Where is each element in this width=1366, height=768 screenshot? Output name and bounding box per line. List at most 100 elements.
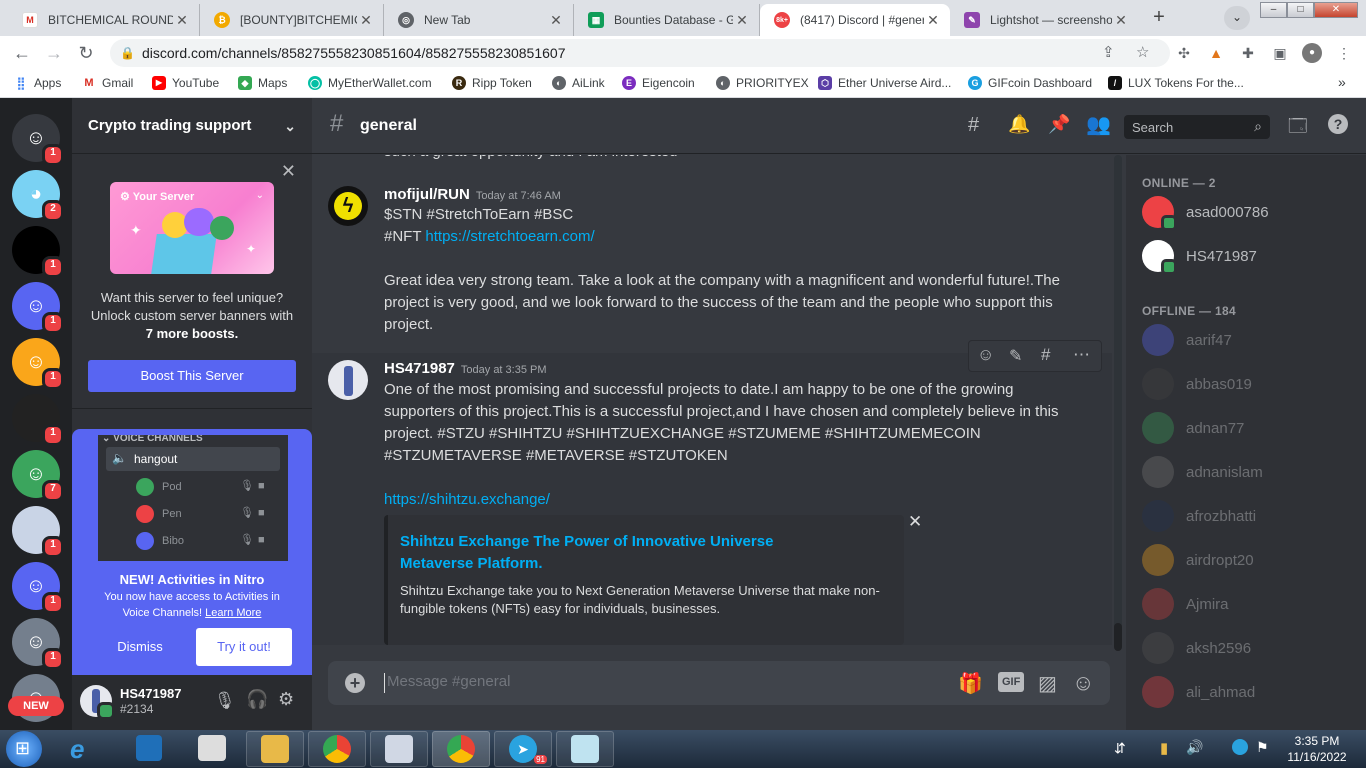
discord-server-icon[interactable]: ☺ 1 [12, 562, 64, 614]
explorer-taskbar-item[interactable] [246, 731, 304, 767]
menu-kebab-icon[interactable]: ⋮ [1334, 43, 1354, 63]
member-item[interactable]: Ajmira [1142, 583, 1352, 625]
headphones-icon[interactable]: 🎧 [246, 689, 268, 710]
emoji-icon[interactable]: ☺ [1072, 670, 1094, 696]
mute-microphone-icon[interactable]: 🎙 [214, 691, 236, 711]
bookmark-myetherwallet[interactable]: ◯ MyEtherWallet.com [308, 76, 432, 90]
new-tab-button[interactable]: + [1146, 6, 1172, 30]
image-server-icon[interactable]: 1 [12, 506, 64, 558]
tab-search-button[interactable]: ⌄ [1224, 6, 1250, 30]
signal-bars-icon[interactable]: ▮ [1160, 739, 1168, 757]
try-it-out-button[interactable]: Try it out! [196, 628, 292, 666]
back-button[interactable]: ← [10, 41, 34, 65]
network-icon[interactable]: ⇵ [1114, 740, 1126, 757]
message-input[interactable]: Message #general [384, 673, 944, 693]
voice-user[interactable]: Pod 🎙 ■ [136, 477, 286, 497]
member-item[interactable]: adnan77 [1142, 407, 1352, 449]
member-item[interactable]: afrozbhatti [1142, 495, 1352, 537]
search-input[interactable]: Search ⌕ [1124, 115, 1270, 139]
browser-tab[interactable]: M BITCHEMICAL ROUND ✕ [8, 4, 200, 36]
member-item[interactable]: abbas019 [1142, 363, 1352, 405]
bookmark-apps[interactable]: ⣿ Apps [14, 76, 62, 90]
puzzle-icon[interactable]: ✚ [1238, 43, 1258, 63]
telegram-taskbar-item[interactable]: ➤ 91 [494, 731, 552, 767]
embed-title[interactable]: Shihtzu Exchange The Power of Innovative… [400, 531, 820, 575]
boost-server-button[interactable]: Boost This Server [88, 360, 296, 392]
reload-button[interactable]: ↻ [74, 41, 98, 65]
bookmark-priorityex[interactable]: ◐ PRIORITYEX [716, 76, 809, 90]
side-panel-icon[interactable]: ▣ [1270, 43, 1290, 63]
member-list-icon[interactable]: 👥 [1086, 112, 1111, 137]
gift-icon[interactable]: 🎁 [958, 671, 983, 696]
browser-tab[interactable]: ▦ Bounties Database - Go ✕ [574, 4, 760, 36]
discord-home-icon[interactable]: ☺ 1 [12, 114, 64, 166]
forward-button[interactable]: → [42, 41, 66, 65]
bookmark-gmail[interactable]: M Gmail [82, 76, 133, 90]
member-item[interactable]: asad000786 [1142, 191, 1352, 233]
browser-tab-active[interactable]: 8k+ (8417) Discord | #gener ✕ [760, 4, 950, 36]
avatar[interactable] [80, 685, 115, 720]
lightshot-taskbar-item[interactable] [556, 731, 614, 767]
chrome-taskbar-item[interactable] [308, 731, 366, 767]
gear-icon[interactable]: ⚙ [278, 689, 294, 710]
bookmark-star-icon[interactable]: ☆ [1136, 39, 1149, 67]
message-link[interactable]: https://shihtzu.exchange/ [384, 489, 1060, 511]
bookmark-eigencoin[interactable]: E Eigencoin [622, 76, 695, 90]
telegram-tray-icon[interactable] [1232, 739, 1248, 755]
calculator-app-icon[interactable] [198, 735, 226, 761]
clock[interactable]: 3:35 PM 11/16/2022 [1282, 733, 1352, 765]
bookmark-gifcoin[interactable]: G GIFcoin Dashboard [968, 76, 1092, 90]
member-item[interactable]: aksh2596 [1142, 627, 1352, 669]
member-item[interactable]: adnanislam [1142, 451, 1352, 493]
scrollbar-thumb[interactable] [1114, 623, 1122, 651]
pin-icon[interactable]: 📌 [1048, 114, 1070, 135]
scrollbar-track[interactable] [1114, 155, 1122, 651]
voice-user[interactable]: Pen 🎙 ■ [136, 504, 286, 524]
media-player-icon[interactable] [136, 735, 162, 761]
message-author[interactable]: HS471987 [384, 360, 455, 377]
address-bar[interactable]: 🔒 discord.com/channels/85827555823085160… [110, 39, 1170, 67]
more-options-icon[interactable]: ⋯ [1073, 345, 1090, 365]
blue-face-server-icon[interactable]: ◕ 2 [12, 170, 64, 222]
discord-server-icon[interactable]: ☺ 1 [12, 282, 64, 334]
black-server-icon[interactable]: 1 [12, 226, 64, 278]
gif-button[interactable]: GIF [998, 672, 1025, 692]
member-item[interactable]: ali_ahmad [1142, 671, 1352, 713]
bookmark-maps[interactable]: ◆ Maps [238, 76, 287, 90]
close-tab-icon[interactable]: ✕ [924, 12, 942, 29]
metamask-icon[interactable]: ▲ [1206, 43, 1226, 63]
flag-icon[interactable]: ⚑ [1256, 739, 1269, 756]
window-close-button[interactable]: ✕ [1314, 2, 1358, 18]
threads-icon[interactable]: # [968, 114, 979, 137]
extension-icon[interactable]: ✣ [1174, 43, 1194, 63]
avatar[interactable] [328, 360, 368, 400]
help-icon[interactable]: ? [1328, 114, 1348, 134]
chrome-taskbar-item[interactable] [432, 731, 490, 767]
voice-user[interactable]: Bibo 🎙 ■ [136, 531, 286, 551]
message-link[interactable]: https://stretchtoearn.com/ [425, 228, 594, 245]
member-item[interactable]: aarif47 [1142, 319, 1352, 361]
bookmark-ripp-token[interactable]: R Ripp Token [452, 76, 532, 90]
learn-more-link[interactable]: Learn More [205, 607, 261, 619]
profile-avatar-icon[interactable]: ● [1302, 43, 1322, 63]
create-thread-icon[interactable]: # [1041, 345, 1050, 365]
maximize-button[interactable]: □ [1287, 2, 1314, 18]
bookmark-ether-universe[interactable]: ⬡ Ether Universe Aird... [818, 76, 951, 90]
browser-tab[interactable]: ◎ New Tab ✕ [384, 4, 574, 36]
internet-explorer-icon[interactable]: e [70, 734, 84, 765]
close-icon[interactable]: ✕ [908, 512, 922, 532]
share-icon[interactable]: ⇪ [1102, 39, 1115, 67]
close-tab-icon[interactable]: ✕ [173, 12, 191, 29]
server-header[interactable]: Crypto trading support ⌄ [72, 98, 312, 154]
edit-icon[interactable]: ✎ [1009, 346, 1022, 366]
close-tab-icon[interactable]: ✕ [733, 12, 751, 29]
lock-icon[interactable]: 🔒 [120, 39, 135, 67]
bookmark-ailink[interactable]: ◐ AiLink [552, 76, 605, 90]
sticker-icon[interactable]: ▨ [1038, 671, 1057, 696]
bookmark-lux-tokens[interactable]: / LUX Tokens For the... [1108, 76, 1244, 90]
discord-server-icon[interactable]: ☺ 1 [12, 618, 64, 670]
avatar[interactable]: ϟ [328, 186, 368, 226]
bookmark-youtube[interactable]: ▶ YouTube [152, 76, 219, 90]
browser-tab[interactable]: ₿ [BOUNTY]BITCHEMICAL ✕ [200, 4, 384, 36]
close-tab-icon[interactable]: ✕ [357, 12, 375, 29]
